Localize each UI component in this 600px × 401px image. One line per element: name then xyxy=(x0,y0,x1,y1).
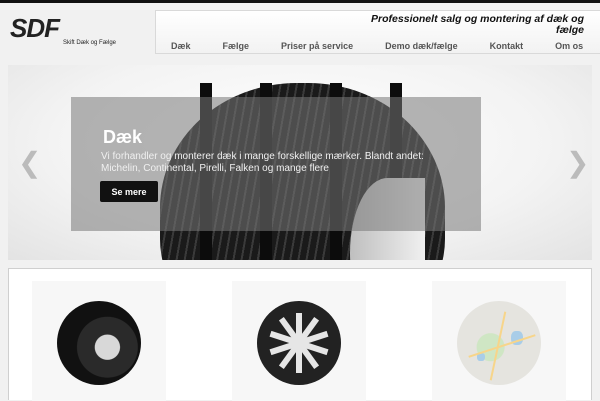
nav-item-demo[interactable]: Demo dæk/fælge xyxy=(369,38,474,54)
header-panel: Professionelt salg og montering af dæk o… xyxy=(155,10,600,54)
map-image xyxy=(457,301,541,385)
top-bar xyxy=(0,0,600,3)
tire-image xyxy=(57,301,141,385)
logo-subtitle: Skift Dæk og Fælge xyxy=(63,40,117,46)
nav-item-faelge[interactable]: Fælge xyxy=(207,38,266,54)
card-tires[interactable] xyxy=(32,281,166,401)
nav-item-kontakt[interactable]: Kontakt xyxy=(474,38,540,54)
nav-item-daek[interactable]: Dæk xyxy=(156,38,207,54)
slide-text: Vi forhandler og monterer dæk i mange fo… xyxy=(101,151,424,174)
card-rims[interactable] xyxy=(232,281,366,401)
map-road xyxy=(468,334,536,358)
main-nav: Dæk Fælge Priser på service Demo dæk/fæl… xyxy=(156,38,599,54)
logo-mark: SDF xyxy=(10,13,60,43)
slide-caption: Dæk Vi forhandler og monterer dæk i mang… xyxy=(71,97,481,231)
chevron-left-icon[interactable]: ❮ xyxy=(18,149,41,177)
nav-item-priser[interactable]: Priser på service xyxy=(265,38,369,54)
rim-image xyxy=(257,301,341,385)
chevron-right-icon[interactable]: ❯ xyxy=(566,149,589,177)
see-more-button[interactable]: Se mere xyxy=(100,181,158,202)
hero-slider: Dæk Vi forhandler og monterer dæk i mang… xyxy=(8,65,592,260)
logo[interactable]: SDF Skift Dæk og Fælge xyxy=(10,13,130,50)
feature-cards xyxy=(8,268,592,401)
card-map[interactable] xyxy=(432,281,566,401)
nav-item-om-os[interactable]: Om os xyxy=(539,38,599,54)
header-tagline: Professionelt salg og montering af dæk o… xyxy=(371,13,584,36)
slide-title: Dæk xyxy=(103,127,143,147)
